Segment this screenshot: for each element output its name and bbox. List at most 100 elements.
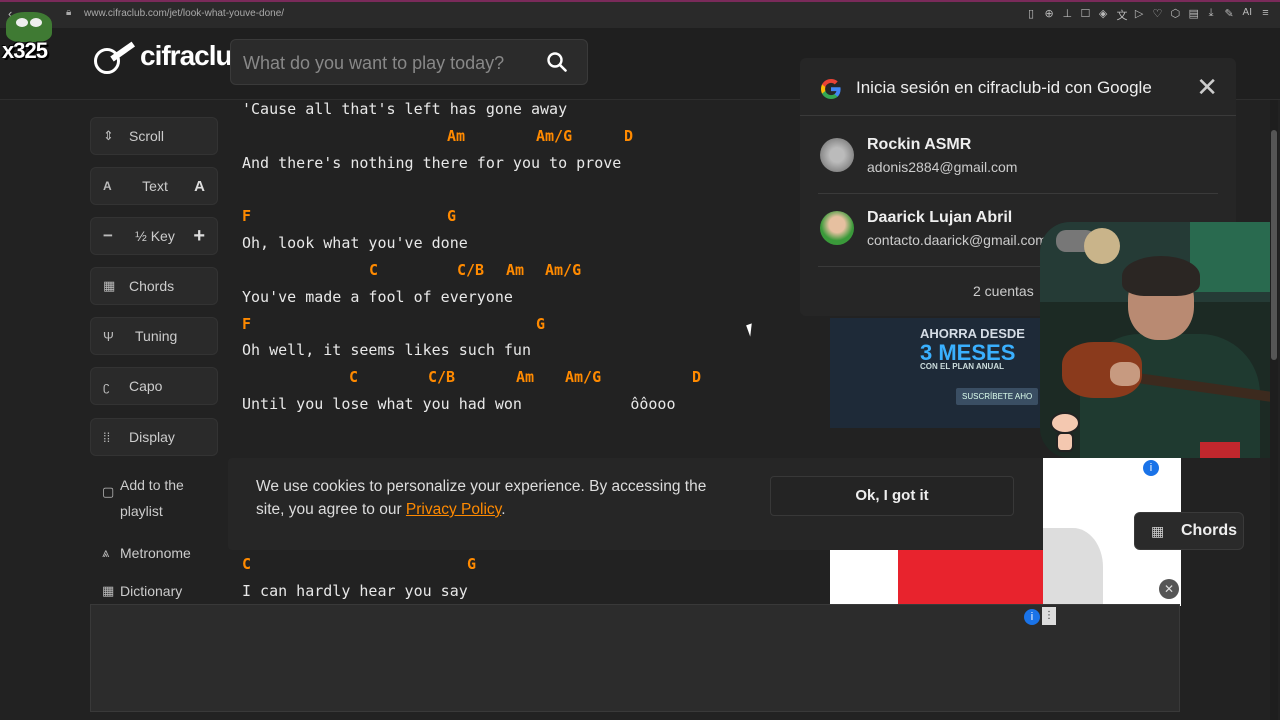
ad-info-icon[interactable]: i bbox=[1143, 460, 1159, 476]
page-scrollbar[interactable] bbox=[1270, 100, 1278, 720]
stream-badge-text: x325 bbox=[2, 38, 48, 63]
bottom-ad-banner[interactable]: i ⋮ bbox=[90, 604, 1180, 712]
address-bar[interactable]: www.cifraclub.com/jet/look-what-youve-do… bbox=[84, 8, 284, 19]
account-email: adonis2884@gmail.com bbox=[867, 159, 1018, 175]
cookie-banner: We use cookies to personalize your exper… bbox=[228, 458, 1044, 550]
popup-title: Inicia sesión en cifraclub-id con Google bbox=[856, 78, 1152, 97]
scroll-label: Scroll bbox=[129, 128, 165, 144]
download-icon[interactable]: ⤓ bbox=[1207, 7, 1216, 23]
playlist-add-icon: ▢ bbox=[102, 484, 115, 499]
ai-button[interactable]: AI bbox=[1243, 7, 1252, 23]
ad-cta-button[interactable]: SUSCRÍBETE AHO bbox=[956, 388, 1039, 405]
chords-button[interactable]: ▦ Chords bbox=[90, 267, 218, 305]
lyric-line: And there's nothing there for you to pro… bbox=[242, 154, 622, 172]
scrollbar-thumb[interactable] bbox=[1271, 130, 1277, 360]
screen: ‹ 🔒︎ www.cifraclub.com/jet/look-what-you… bbox=[0, 0, 1280, 720]
lyric-line: Oh well, it seems likes such fun bbox=[242, 341, 531, 359]
tuning-button[interactable]: Ψ Tuning bbox=[90, 317, 218, 355]
ad-subline: CON EL PLAN ANUAL bbox=[920, 362, 1004, 371]
play-icon[interactable]: ▷ bbox=[1135, 7, 1144, 23]
scroll-icon: ⇕ bbox=[103, 128, 114, 143]
guitar-logo-icon bbox=[92, 34, 138, 78]
chord[interactable]: C/B bbox=[428, 368, 455, 386]
chord[interactable]: D bbox=[692, 368, 701, 386]
chord[interactable]: C bbox=[242, 555, 251, 573]
avatar bbox=[820, 138, 854, 172]
subscription-ad[interactable]: AHORRA DESDE 3 MESES CON EL PLAN ANUAL S… bbox=[830, 318, 1040, 428]
sticker-emote-icon bbox=[1046, 408, 1084, 454]
capo-button[interactable]: ʗ Capo bbox=[90, 367, 218, 405]
lyric-line: Oh, look what you've done bbox=[242, 234, 468, 252]
cookie-text-end: . bbox=[501, 501, 506, 518]
chord[interactable]: F bbox=[242, 207, 251, 225]
cookie-accept-button[interactable]: Ok, I got it bbox=[770, 476, 1014, 516]
browser-toolbar: ‹ 🔒︎ www.cifraclub.com/jet/look-what-you… bbox=[0, 0, 1280, 28]
privacy-policy-link[interactable]: Privacy Policy bbox=[406, 501, 501, 518]
bookmark-icon[interactable]: ☐ bbox=[1081, 7, 1091, 23]
key-control: − ½ Key + bbox=[90, 217, 218, 255]
lyric-line: You've made a fool of everyone bbox=[242, 288, 513, 306]
divider bbox=[800, 115, 1236, 116]
mouse-cursor-icon bbox=[746, 323, 756, 337]
heart-icon[interactable]: ♡ bbox=[1153, 7, 1163, 23]
site-logo[interactable]: cifraclub bbox=[92, 34, 249, 78]
avatar bbox=[820, 211, 854, 245]
search-icon[interactable] bbox=[547, 52, 567, 72]
shield-icon[interactable]: ◈ bbox=[1099, 7, 1108, 23]
menu-icon[interactable]: ≡ bbox=[1261, 7, 1270, 23]
display-grid-icon: ⁞⁞ bbox=[103, 429, 111, 445]
edit-icon[interactable]: ✎ bbox=[1225, 7, 1234, 23]
ad-info-icon[interactable]: i bbox=[1024, 609, 1040, 625]
ad-image bbox=[1043, 528, 1103, 606]
chord[interactable]: G bbox=[467, 555, 476, 573]
account-email: contacto.daarick@gmail.com bbox=[867, 232, 1047, 248]
ad-image[interactable] bbox=[898, 550, 1043, 606]
ad-options-icon[interactable]: ⋮ bbox=[1042, 607, 1056, 625]
lyric-line: I can hardly hear you say bbox=[242, 582, 468, 600]
add-to-playlist-button[interactable]: ▢ Add to the playlist bbox=[90, 468, 218, 522]
chord-grid-icon: ▦ bbox=[1151, 523, 1165, 539]
chord[interactable]: Am bbox=[516, 368, 534, 386]
text-increase-button[interactable]: A bbox=[194, 178, 205, 195]
ad-image[interactable] bbox=[830, 550, 898, 606]
floating-chords-label: Chords bbox=[1181, 522, 1237, 539]
account-item[interactable]: Rockin ASMR adonis2884@gmail.com bbox=[820, 128, 1216, 188]
chord[interactable]: C bbox=[349, 368, 358, 386]
pin-icon[interactable]: ⊥ bbox=[1063, 7, 1073, 23]
metronome-button[interactable]: ⩓ Metronome bbox=[90, 534, 218, 572]
close-icon[interactable]: ✕ bbox=[1196, 72, 1218, 102]
ad-close-icon[interactable]: ✕ bbox=[1159, 579, 1179, 599]
playlist-label-line1: Add to the bbox=[120, 477, 184, 493]
chord[interactable]: Am bbox=[447, 127, 465, 145]
account-name: Daarick Lujan Abril bbox=[867, 209, 1013, 226]
chord[interactable]: F bbox=[242, 315, 251, 333]
search-input[interactable] bbox=[243, 50, 533, 76]
stream-badge: x325 bbox=[0, 10, 60, 63]
chord[interactable]: G bbox=[536, 315, 545, 333]
key-up-button[interactable]: + bbox=[193, 225, 205, 248]
chord[interactable]: C bbox=[369, 261, 378, 279]
playlist-label: Add to the playlist bbox=[120, 472, 184, 524]
text-size-control: A Text A bbox=[90, 167, 218, 205]
chord[interactable]: Am/G bbox=[545, 261, 581, 279]
floating-chords-button[interactable]: ▦ Chords bbox=[1134, 512, 1244, 550]
display-label: Display bbox=[129, 429, 175, 445]
chord[interactable]: Am/G bbox=[536, 127, 572, 145]
chord[interactable]: G bbox=[447, 207, 456, 225]
ad-headline: AHORRA DESDE bbox=[920, 326, 1025, 341]
scroll-button[interactable]: ⇕ Scroll bbox=[90, 117, 218, 155]
chord[interactable]: C/B bbox=[457, 261, 484, 279]
chord[interactable]: Am bbox=[506, 261, 524, 279]
chord[interactable]: D bbox=[624, 127, 633, 145]
tuning-label: Tuning bbox=[135, 328, 178, 344]
reader-icon[interactable]: ▯ bbox=[1027, 7, 1036, 23]
extensions-icon[interactable]: ⬡ bbox=[1171, 7, 1181, 23]
more-accounts-link[interactable]: 2 cuentas bbox=[973, 283, 1034, 299]
wallet-icon[interactable]: ▤ bbox=[1189, 7, 1199, 23]
search-box bbox=[230, 39, 588, 85]
translate-icon[interactable]: 文 bbox=[1117, 7, 1128, 23]
chord[interactable]: Am/G bbox=[565, 368, 601, 386]
metronome-label: Metronome bbox=[120, 545, 191, 561]
display-button[interactable]: ⁞⁞ Display bbox=[90, 418, 218, 456]
zoom-icon[interactable]: ⊕ bbox=[1045, 7, 1054, 23]
